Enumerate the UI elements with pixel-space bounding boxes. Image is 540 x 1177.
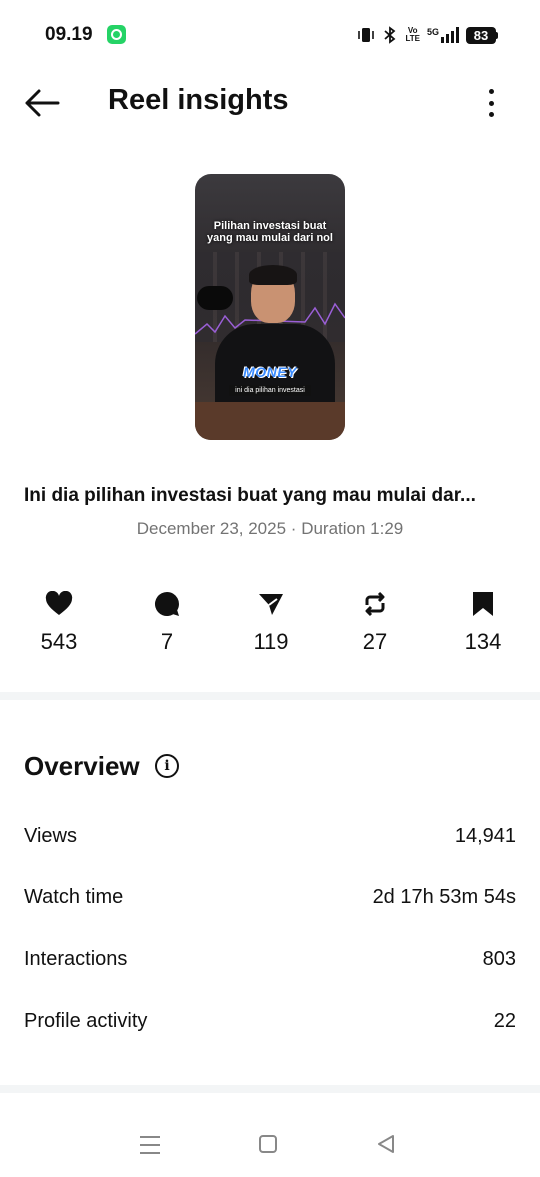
heart-icon	[45, 591, 73, 615]
saves-count: 134	[464, 629, 502, 654]
overview-row-interactions[interactable]: Interactions 803	[24, 948, 516, 971]
whatsapp-icon	[107, 25, 126, 44]
bluetooth-icon	[384, 26, 396, 44]
section-divider	[0, 692, 540, 700]
thumbnail-caption: ini dia pilihan investasi	[229, 385, 311, 396]
more-vertical-icon[interactable]	[478, 88, 504, 118]
status-bar: 09.19 Vo LTE 5G 83	[0, 0, 540, 70]
overview-row-profile-activity[interactable]: Profile activity 22	[24, 1010, 516, 1033]
row-value: 2d 17h 53m 54s	[372, 886, 516, 908]
recents-icon[interactable]	[140, 1136, 160, 1154]
network-label: 5G	[426, 27, 439, 37]
bookmark-icon	[473, 592, 493, 616]
volte-line2: LTE	[405, 34, 420, 43]
stat-shares: 119	[231, 590, 311, 655]
stat-comments: 7	[127, 590, 207, 655]
signal-5g-icon: 5G	[427, 27, 459, 43]
reposts-count: 27	[362, 629, 388, 654]
reel-meta: December 23, 2025 · Duration 1:29	[0, 519, 540, 539]
vibrate-icon	[358, 28, 375, 42]
row-label: Views	[24, 825, 77, 847]
arrow-left-icon[interactable]	[22, 86, 62, 120]
reel-duration: Duration 1:29	[301, 519, 404, 538]
row-label: Watch time	[24, 886, 124, 908]
info-icon[interactable]: i	[155, 754, 179, 778]
stat-likes: 543	[19, 590, 99, 655]
status-icons: Vo LTE 5G 83	[357, 23, 498, 47]
overview-row-watch-time[interactable]: Watch time 2d 17h 53m 54s	[24, 886, 516, 909]
shares-count: 119	[253, 629, 289, 654]
row-value: 803	[482, 948, 516, 970]
likes-count: 543	[40, 629, 78, 654]
page-title: Reel insights	[108, 84, 289, 116]
stat-saves: 134	[443, 590, 523, 655]
comments-count: 7	[160, 629, 174, 654]
repost-icon	[365, 591, 385, 617]
overview-row-views[interactable]: Views 14,941	[24, 825, 516, 848]
thumbnail-title: Pilihan investasi buat yang mau mulai da…	[207, 220, 333, 244]
stat-reposts: 27	[335, 590, 415, 655]
row-label: Profile activity	[24, 1010, 148, 1032]
thumbnail-logo: MONEY	[243, 364, 297, 380]
overview-title: Overview	[24, 751, 140, 781]
comment-icon	[154, 592, 179, 616]
row-value: 14,941	[454, 825, 516, 847]
battery-level: 83	[466, 26, 496, 44]
share-icon	[259, 594, 283, 615]
meta-separator: ·	[290, 519, 297, 538]
battery-icon: 83	[466, 26, 498, 44]
reel-thumbnail[interactable]: Pilihan investasi buat yang mau mulai da…	[195, 174, 345, 440]
reel-date: December 23, 2025	[136, 519, 287, 538]
row-label: Interactions	[24, 948, 128, 970]
volte-icon: Vo LTE	[405, 27, 420, 43]
reel-caption: Ini dia pilihan investasi buat yang mau …	[24, 485, 476, 506]
section-divider-bottom	[0, 1085, 540, 1093]
status-time: 09.19	[45, 24, 93, 45]
row-value: 22	[493, 1010, 516, 1032]
home-icon[interactable]	[259, 1135, 277, 1153]
back-triangle-icon[interactable]	[376, 1134, 396, 1154]
